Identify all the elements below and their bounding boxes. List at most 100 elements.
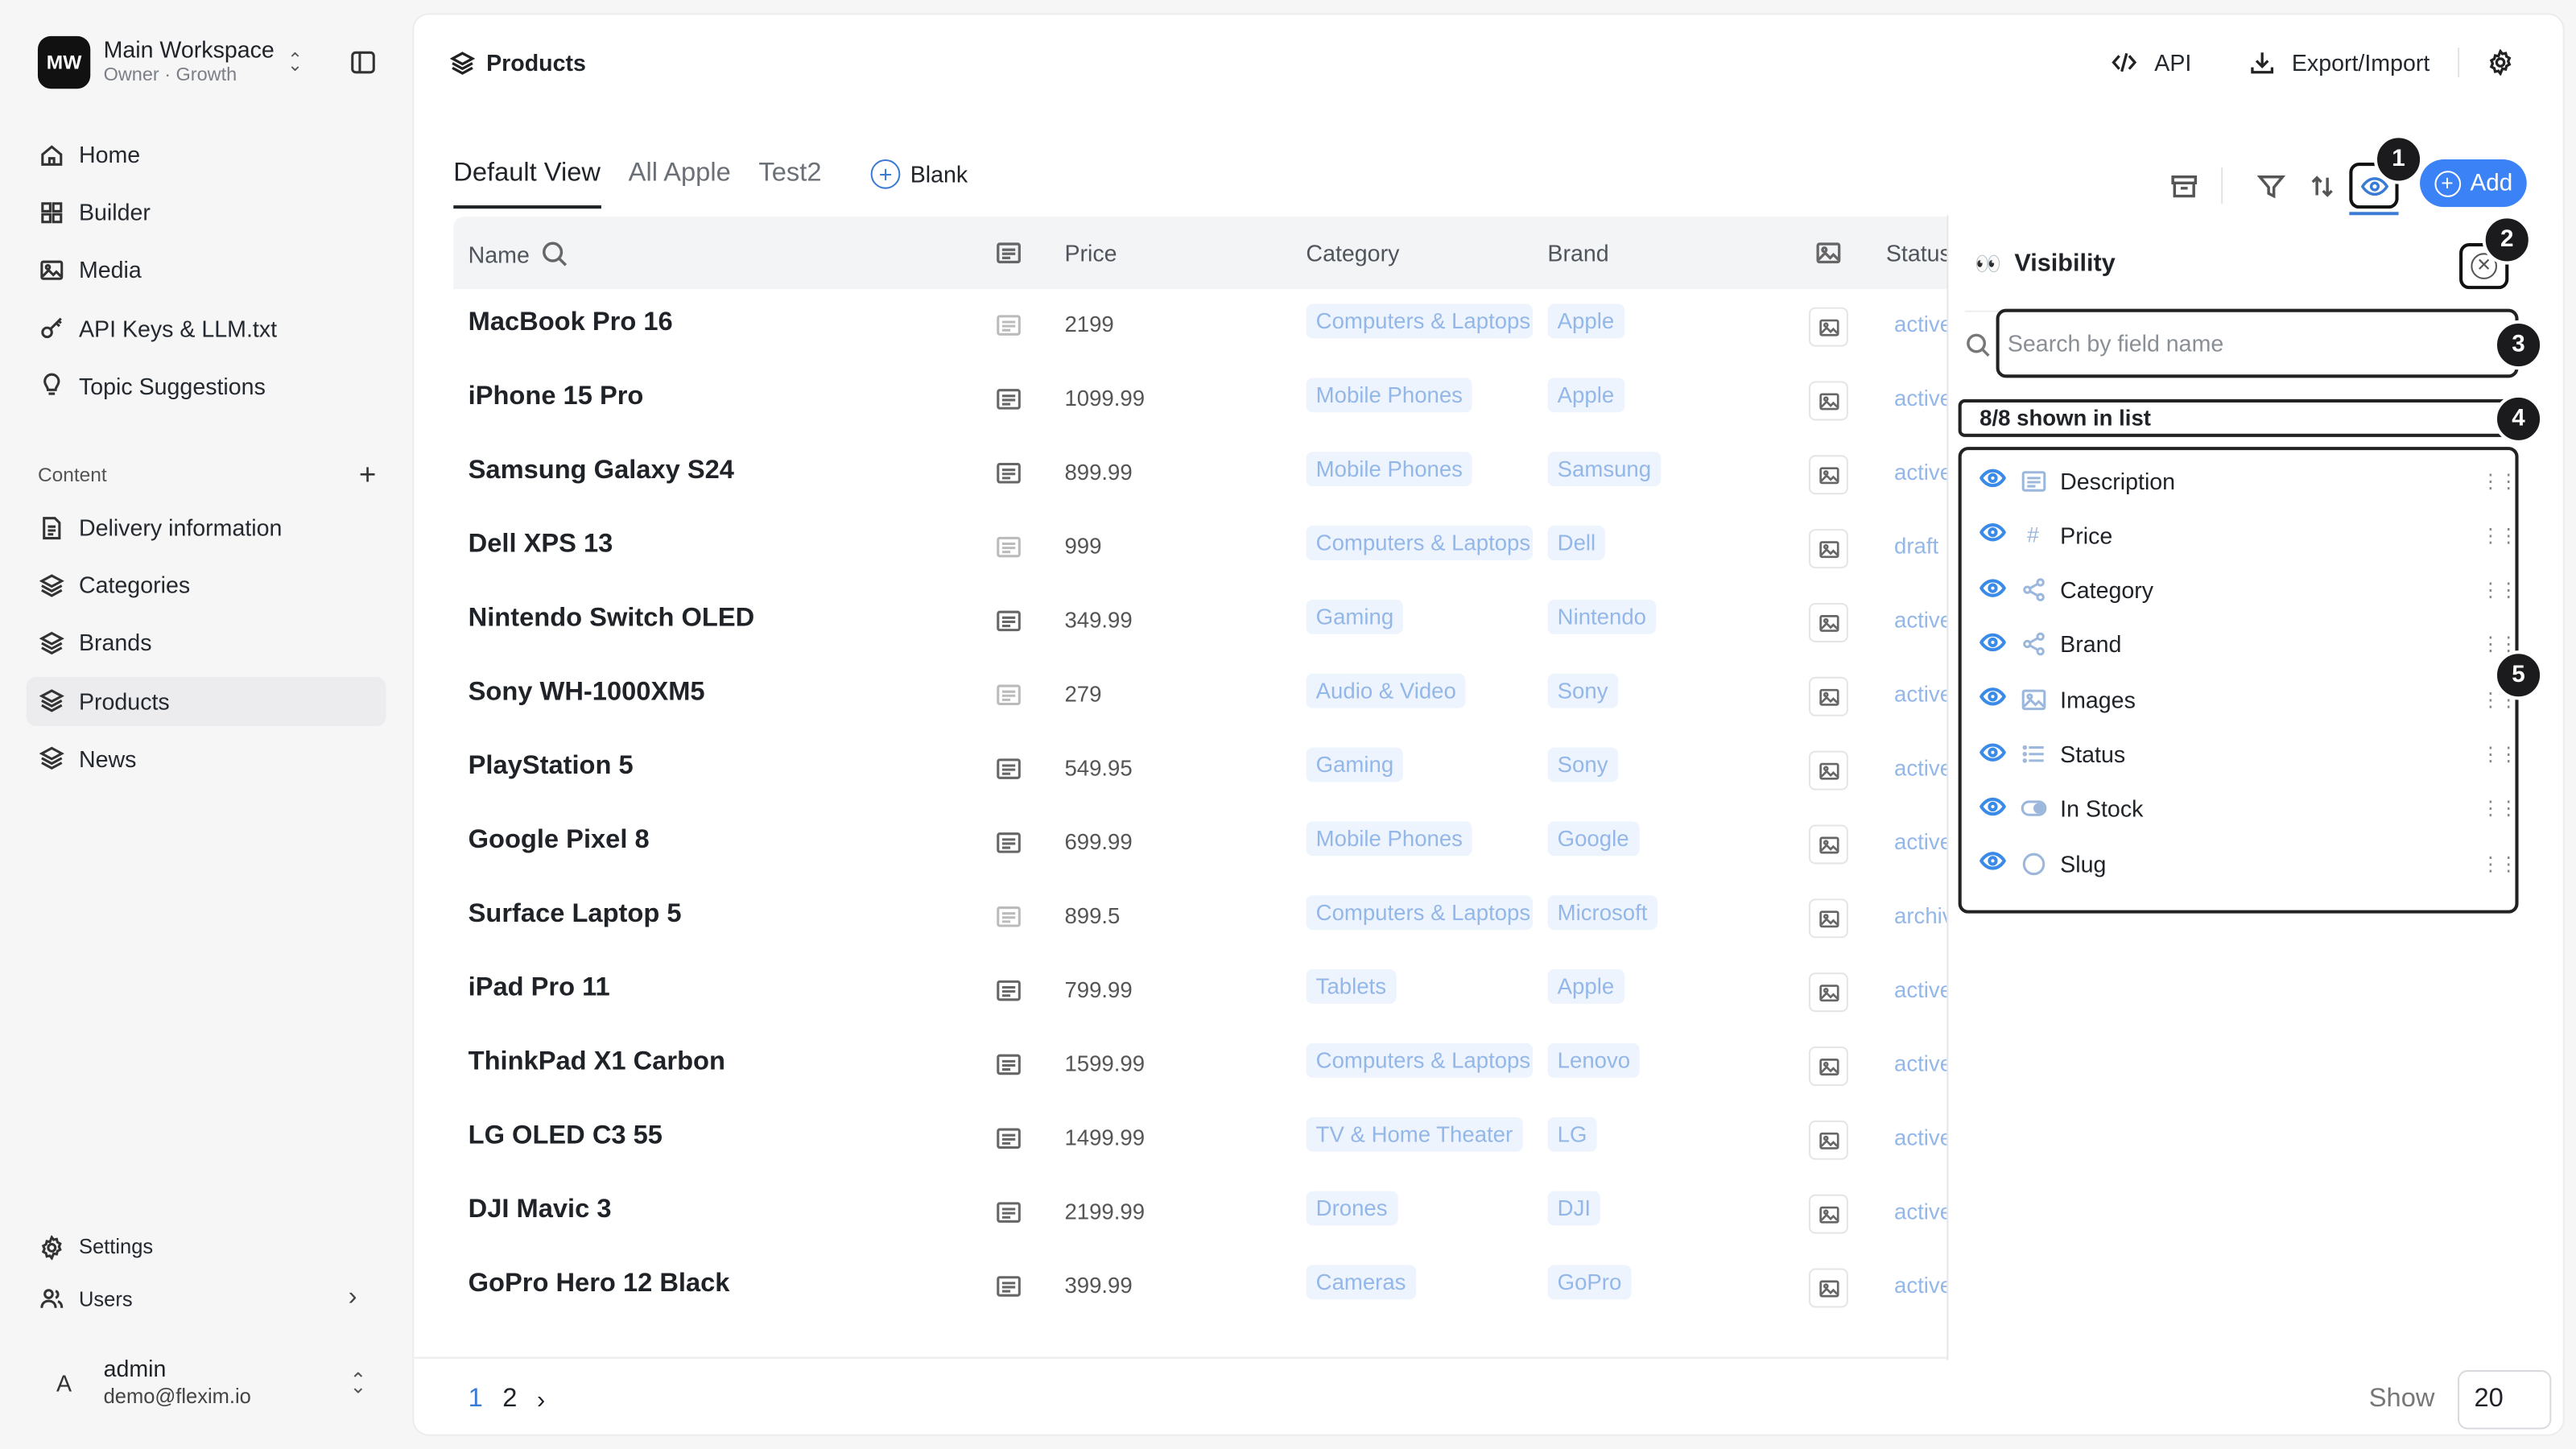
settings-button[interactable] <box>2487 49 2514 76</box>
product-name[interactable]: PlayStation 5 <box>469 753 634 782</box>
table-row[interactable]: LG OLED C3 55 1499.99 TV & Home Theater LG a… <box>453 1102 1948 1176</box>
tab-test2[interactable]: Test2 <box>758 159 821 208</box>
product-name[interactable]: Dell XPS 13 <box>469 530 613 560</box>
column-header-status[interactable]: Status <box>1886 240 1951 266</box>
export-import-button[interactable]: Export/Import <box>2249 49 2429 76</box>
tab-default-view[interactable]: Default View <box>453 159 601 209</box>
sidebar-item-builder[interactable]: Builder <box>27 188 386 237</box>
page-size-input[interactable] <box>2458 1370 2552 1430</box>
workspace-switcher[interactable]: MW Main Workspace Owner · Growth ⌃ ⌄ <box>37 35 333 89</box>
image-thumbnail[interactable] <box>1808 676 1848 716</box>
drag-handle-icon[interactable]: ⋮⋮ <box>2481 579 2519 602</box>
sidebar-item-topic-suggestions[interactable]: Topic Suggestions <box>27 361 386 410</box>
field-row-slug[interactable]: Slug ⋮⋮ <box>1962 836 2519 890</box>
product-name[interactable]: Nintendo Switch OLED <box>469 605 755 634</box>
image-thumbnail[interactable] <box>1808 972 1848 1013</box>
field-row-description[interactable]: Description ⋮⋮ <box>1962 453 2519 507</box>
page-link[interactable]: 2 <box>502 1385 517 1414</box>
column-header-category[interactable]: Category <box>1306 240 1399 266</box>
eye-icon[interactable] <box>1979 683 2007 715</box>
product-name[interactable]: ThinkPad X1 Carbon <box>469 1048 725 1078</box>
api-button[interactable]: API <box>2112 49 2191 76</box>
eye-icon[interactable] <box>1979 629 2007 660</box>
product-name[interactable]: Surface Laptop 5 <box>469 900 682 930</box>
product-name[interactable]: DJI Mavic 3 <box>469 1196 612 1226</box>
column-header-name[interactable]: Name <box>469 240 569 268</box>
sidebar-item-users[interactable]: Users <box>27 1274 386 1323</box>
product-name[interactable]: GoPro Hero 12 Black <box>469 1270 730 1300</box>
table-row[interactable]: Google Pixel 8 699.99 Mobile Phones Google a… <box>453 807 1948 881</box>
search-icon[interactable] <box>541 240 569 268</box>
next-page-button[interactable]: › <box>537 1385 545 1414</box>
product-name[interactable]: iPad Pro 11 <box>469 974 610 1004</box>
image-thumbnail[interactable] <box>1808 1194 1848 1234</box>
column-header-brand[interactable]: Brand <box>1547 240 1608 266</box>
product-name[interactable]: LG OLED C3 55 <box>469 1122 663 1152</box>
drag-handle-icon[interactable]: ⋮⋮ <box>2481 742 2519 766</box>
image-thumbnail[interactable] <box>1808 750 1848 791</box>
table-row[interactable]: Dell XPS 13 999 Computers & Laptops Dell dra… <box>453 511 1948 585</box>
archive-button[interactable] <box>2165 167 2202 204</box>
add-button[interactable]: + Add <box>2420 159 2527 208</box>
image-thumbnail[interactable] <box>1808 1046 1848 1086</box>
sidebar-toggle-icon[interactable] <box>350 49 377 76</box>
image-thumbnail[interactable] <box>1808 824 1848 865</box>
eye-icon[interactable] <box>1979 793 2007 824</box>
sort-button[interactable] <box>2303 167 2339 204</box>
image-thumbnail[interactable] <box>1808 381 1848 421</box>
drag-handle-icon[interactable]: ⋮⋮ <box>2481 524 2519 547</box>
eye-icon[interactable] <box>1979 738 2007 770</box>
table-row[interactable]: Nintendo Switch OLED 349.99 Gaming Nintendo… <box>453 585 1948 659</box>
table-row[interactable]: ThinkPad X1 Carbon 1599.99 Computers & Lap… <box>453 1029 1948 1103</box>
sidebar-item-api-keys-llm-txt[interactable]: API Keys & LLM.txt <box>27 303 386 353</box>
product-name[interactable]: MacBook Pro 16 <box>469 309 673 339</box>
table-row[interactable]: MacBook Pro 16 2199 Computers & Laptops App… <box>453 289 1948 363</box>
product-name[interactable]: Samsung Galaxy S24 <box>469 456 734 486</box>
sidebar-item-media[interactable]: Media <box>27 246 386 295</box>
table-row[interactable]: DJI Mavic 3 2199.99 Drones DJI active <box>453 1176 1948 1250</box>
field-row-in-stock[interactable]: In Stock ⋮⋮ <box>1962 782 2519 836</box>
chevron-right-icon[interactable]: › <box>349 1283 357 1313</box>
product-name[interactable]: Sony WH-1000XM5 <box>469 679 705 708</box>
product-name[interactable]: iPhone 15 Pro <box>469 383 644 413</box>
table-row[interactable]: iPad Pro 11 799.99 Tablets Apple active <box>453 955 1948 1029</box>
tab-all-apple[interactable]: All Apple <box>629 159 731 208</box>
field-row-status[interactable]: Status ⋮⋮ <box>1962 727 2519 781</box>
field-row-category[interactable]: Category ⋮⋮ <box>1962 563 2519 617</box>
product-name[interactable]: Google Pixel 8 <box>469 827 650 857</box>
column-header-price[interactable]: Price <box>1064 240 1117 266</box>
page-link[interactable]: 1 <box>469 1385 483 1414</box>
table-row[interactable]: PlayStation 5 549.95 Gaming Sony active <box>453 733 1948 807</box>
image-thumbnail[interactable] <box>1808 529 1848 569</box>
table-row[interactable]: iPhone 15 Pro 1099.99 Mobile Phones Apple ac… <box>453 363 1948 437</box>
sidebar-item-categories[interactable]: Categories <box>27 560 386 609</box>
table-row[interactable]: Surface Laptop 5 899.5 Computers & Laptops… <box>453 881 1948 955</box>
image-thumbnail[interactable] <box>1808 602 1848 642</box>
add-view-button[interactable]: + Blank <box>870 159 968 208</box>
table-row[interactable]: GoPro Hero 12 Black 399.99 Cameras GoPro act… <box>453 1250 1948 1324</box>
image-thumbnail[interactable] <box>1808 898 1848 939</box>
add-content-type-button[interactable]: + <box>359 460 376 489</box>
image-thumbnail[interactable] <box>1808 455 1848 495</box>
drag-handle-icon[interactable]: ⋮⋮ <box>2481 469 2519 493</box>
image-thumbnail[interactable] <box>1808 1120 1848 1160</box>
eye-icon[interactable] <box>1979 519 2007 551</box>
table-row[interactable]: Samsung Galaxy S24 899.99 Mobile Phones Sam… <box>453 437 1948 511</box>
sidebar-item-products[interactable]: Products <box>26 675 386 726</box>
sidebar-item-brands[interactable]: Brands <box>27 618 386 667</box>
sidebar-item-news[interactable]: News <box>27 734 386 783</box>
field-row-images[interactable]: Images ⋮⋮ <box>1962 672 2519 726</box>
field-search-input[interactable] <box>1996 308 2519 378</box>
drag-handle-icon[interactable]: ⋮⋮ <box>2481 852 2519 875</box>
drag-handle-icon[interactable]: ⋮⋮ <box>2481 797 2519 820</box>
eye-icon[interactable] <box>1979 465 2007 497</box>
filter-button[interactable] <box>2252 167 2289 204</box>
field-row-price[interactable]: # Price ⋮⋮ <box>1962 508 2519 562</box>
sidebar-item-settings[interactable]: Settings <box>27 1222 386 1271</box>
image-thumbnail[interactable] <box>1808 1268 1848 1308</box>
table-row[interactable]: Sony WH-1000XM5 279 Audio & Video Sony activ… <box>453 658 1948 733</box>
eye-icon[interactable] <box>1979 574 2007 605</box>
field-row-brand[interactable]: Brand ⋮⋮ <box>1962 617 2519 671</box>
user-menu[interactable]: A admin demo@flexim.io ⌃ ⌄ <box>38 1356 376 1410</box>
eye-icon[interactable] <box>1979 848 2007 879</box>
